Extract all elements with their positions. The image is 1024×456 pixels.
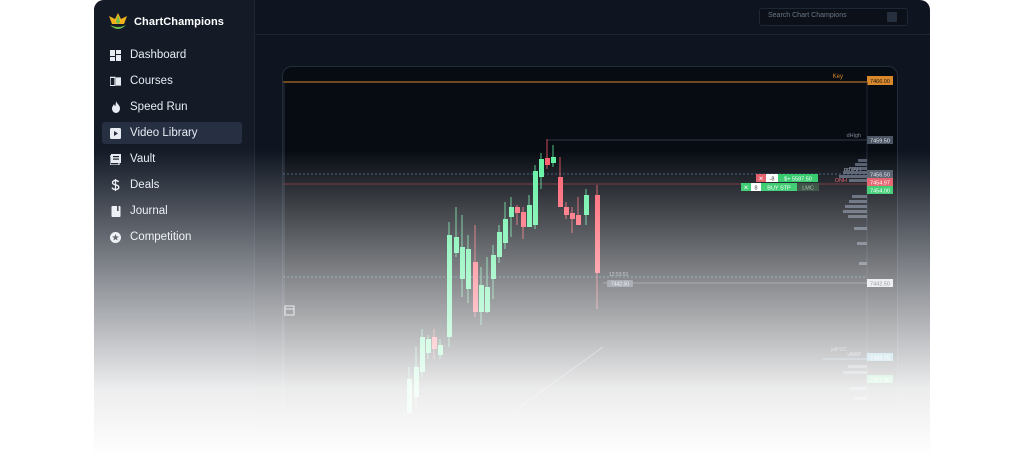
candle-body	[576, 215, 581, 225]
dollar-icon	[110, 179, 121, 191]
candle-body	[473, 262, 478, 312]
search-icon[interactable]	[887, 12, 897, 22]
sidebar-item-journal[interactable]: Journal	[102, 200, 242, 222]
candle-body	[539, 159, 544, 177]
sidebar-item-dashboard[interactable]: Dashboard	[102, 44, 242, 66]
sidebar-item-label: Speed Run	[130, 101, 188, 113]
sidebar-item-label: Journal	[130, 205, 168, 217]
candle-body	[533, 171, 538, 225]
trading-chart-video[interactable]: Key 7466.00 dHigh 7459.50 pdVAH 7456.50 …	[282, 66, 898, 414]
candle-body	[454, 237, 459, 253]
sidebar-item-courses[interactable]: Courses	[102, 70, 242, 92]
countdown-timer: 12:53:51	[609, 272, 629, 278]
video-icon	[110, 127, 121, 139]
dhigh-price-label: 7459.50	[870, 139, 890, 145]
onh-label: ONH	[835, 178, 847, 184]
sidebar-nav: Dashboard Courses Speed Run Video Librar…	[102, 44, 242, 252]
candle-body	[584, 195, 589, 215]
sidebar-item-label: Courses	[130, 75, 173, 87]
star-icon	[110, 231, 121, 243]
candle-body	[407, 379, 412, 413]
brand-logo[interactable]: ChartChampions	[106, 11, 224, 33]
app-window: ChartChampions Dashboard Courses Speed R…	[94, 0, 930, 456]
candle-body	[438, 345, 443, 355]
book-icon	[110, 76, 121, 87]
onh-price-label: 7454.97	[870, 181, 890, 187]
sell-qty: -8	[770, 177, 775, 183]
key-level-label: Key	[833, 74, 843, 80]
candle-body	[521, 212, 526, 227]
sidebar-item-vault[interactable]: Vault	[102, 148, 242, 170]
candles	[407, 139, 600, 413]
buy-stop-order-widget: ✕ 8 BUY STP LMC	[741, 183, 819, 192]
search-input[interactable]: Search Chart Champions	[759, 8, 908, 26]
bottom-price-label: 7431.00	[870, 378, 890, 384]
candle-body	[491, 255, 496, 279]
svg-text:✕: ✕	[758, 177, 763, 183]
candle-body	[432, 337, 437, 349]
candle-body	[414, 367, 419, 397]
sidebar-item-deals[interactable]: Deals	[102, 174, 242, 196]
candle-body	[466, 249, 471, 289]
candle-body	[527, 205, 532, 227]
sidebar-item-label: Competition	[130, 231, 192, 243]
candle-body	[558, 177, 563, 207]
candle-body	[420, 337, 425, 372]
trophy-logo-icon	[109, 13, 127, 29]
candle-body	[595, 195, 600, 273]
candle-body	[545, 158, 550, 165]
last-price-badge: 7442.50	[611, 282, 629, 288]
svg-text:✕: ✕	[743, 186, 748, 192]
sidebar: ChartChampions Dashboard Courses Speed R…	[94, 0, 255, 456]
sidebar-item-competition[interactable]: Competition	[102, 226, 242, 248]
green-price-label: 7454.00	[870, 189, 890, 195]
candle-body	[460, 247, 465, 279]
vwap-label: vWAP	[847, 352, 861, 358]
candle-body	[503, 219, 508, 243]
vwap-price-label: 7433.75	[870, 356, 890, 362]
flame-icon	[110, 101, 121, 113]
last-price-label: 7442.50	[870, 282, 890, 288]
sidebar-item-speed-run[interactable]: Speed Run	[102, 96, 242, 118]
pnl-value: $+ 5587.50	[784, 177, 812, 183]
candle-body	[509, 207, 514, 217]
candle-body	[479, 285, 484, 312]
buy-stop-label: BUY STP	[767, 186, 791, 192]
candle-body	[515, 207, 520, 213]
candle-body	[564, 207, 569, 215]
sidebar-item-label: Deals	[130, 179, 160, 191]
dhigh-label: dHigh	[847, 133, 861, 139]
sidebar-item-video-library[interactable]: Video Library	[102, 122, 242, 144]
volume-profile	[839, 159, 867, 400]
candle-body	[570, 213, 575, 219]
sidebar-item-label: Dashboard	[130, 49, 187, 61]
search-placeholder: Search Chart Champions	[768, 12, 847, 19]
sidebar-item-label: Video Library	[130, 127, 198, 139]
buy-qty: 8	[754, 186, 757, 192]
journal-icon	[110, 205, 121, 217]
top-bar: Search Chart Champions	[255, 0, 930, 35]
candle-body	[551, 157, 556, 163]
candle-body	[485, 287, 490, 312]
vault-icon	[110, 153, 121, 165]
calendar-icon	[284, 305, 295, 316]
key-price-label: 7466.00	[870, 79, 890, 85]
brand-name: ChartChampions	[134, 16, 225, 28]
pdpoc-label: pdPOC	[831, 347, 848, 353]
sell-order-widget: ✕ -8 $+ 5587.50	[756, 174, 818, 183]
sidebar-item-label: Vault	[130, 153, 156, 165]
pdvah-price-label: 7456.50	[870, 173, 890, 179]
candle-body	[447, 235, 452, 337]
dashboard-icon	[110, 49, 121, 61]
trend-line	[512, 346, 604, 413]
candlestick-chart: Key 7466.00 dHigh 7459.50 pdVAH 7456.50 …	[283, 74, 893, 413]
lmc-label: LMC	[802, 186, 814, 192]
candle-body	[497, 232, 502, 257]
candle-body	[426, 339, 431, 353]
